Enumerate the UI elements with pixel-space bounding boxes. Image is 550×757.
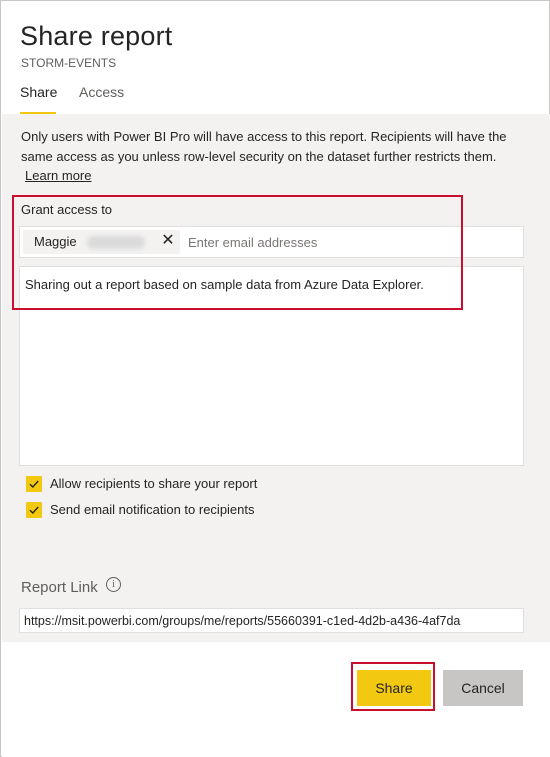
checkmark-icon[interactable] — [26, 502, 42, 518]
dialog-title: Share report — [20, 21, 173, 51]
report-link-field[interactable] — [19, 608, 524, 633]
info-icon[interactable]: i — [106, 577, 121, 592]
share-button[interactable]: Share — [357, 670, 431, 706]
tab-access[interactable]: Access — [79, 84, 125, 114]
grant-access-label: Grant access to — [21, 202, 113, 217]
recipient-name: Maggie — [34, 234, 77, 249]
tab-share[interactable]: Share — [20, 84, 57, 114]
cancel-button[interactable]: Cancel — [443, 670, 523, 706]
recipient-chip: Maggie ✕ — [23, 230, 180, 254]
info-message: Only users with Power BI Pro will have a… — [21, 129, 507, 164]
dialog-subtitle: STORM-EVENTS — [21, 56, 117, 70]
learn-more-link[interactable]: Learn more — [25, 168, 91, 183]
redacted-surname — [87, 236, 145, 249]
share-panel: Only users with Power BI Pro will have a… — [2, 114, 550, 642]
send-email-label: Send email notification to recipients — [50, 502, 255, 517]
dialog-footer: Share Cancel — [2, 642, 550, 757]
checkmark-icon[interactable] — [26, 476, 42, 492]
recipient-picker[interactable]: Maggie ✕ — [19, 226, 524, 258]
info-text: Only users with Power BI Pro will have a… — [21, 127, 521, 186]
message-textarea[interactable]: Sharing out a report based on sample dat… — [19, 266, 524, 466]
dialog-header: Share report STORM-EVENTS Share Access — [1, 1, 549, 114]
report-link-label: Report Link — [21, 579, 98, 596]
email-input[interactable] — [188, 232, 518, 252]
allow-share-label: Allow recipients to share your report — [50, 476, 258, 491]
share-report-dialog: Share report STORM-EVENTS Share Access O… — [0, 0, 550, 757]
close-icon[interactable]: ✕ — [159, 232, 177, 250]
